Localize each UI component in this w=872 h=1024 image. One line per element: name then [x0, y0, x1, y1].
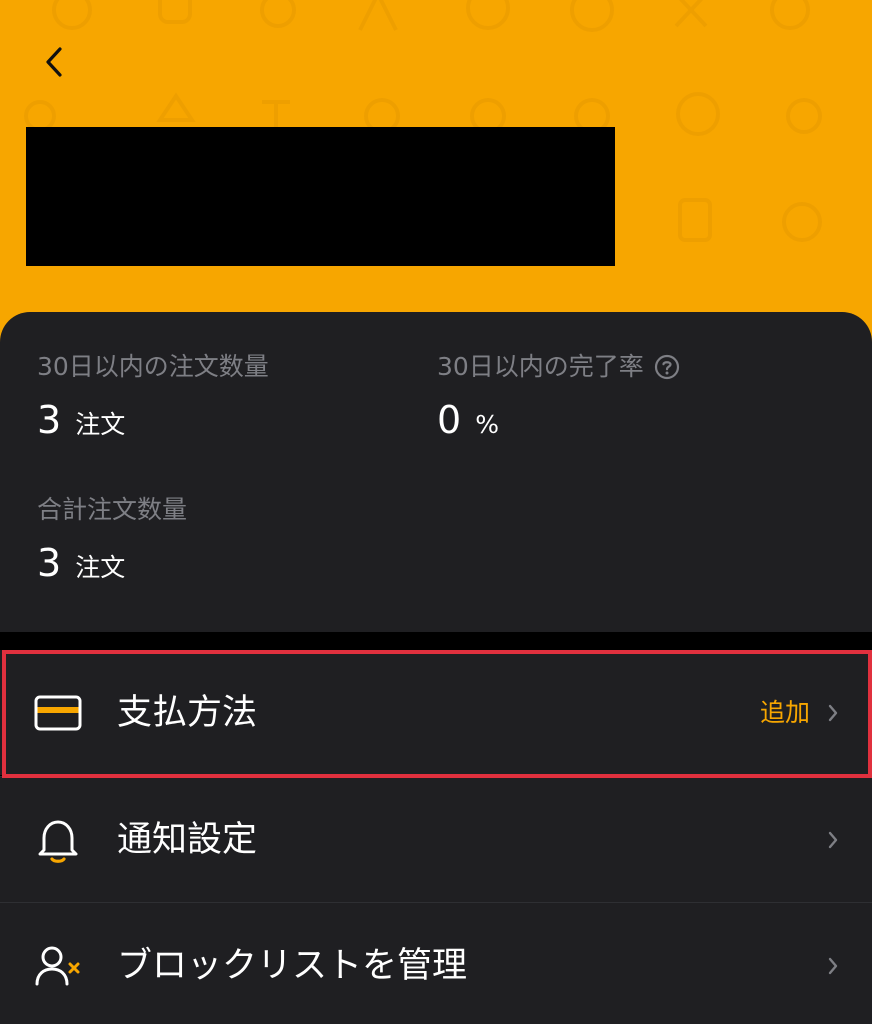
completion-30d-unit: %: [475, 410, 499, 439]
completion-30d-label: 30日以内の完了率: [437, 352, 680, 382]
stats-card: 30日以内の注文数量 3 注文 30日以内の完了率 0 % 合計注文数量 3 注…: [0, 312, 872, 632]
orders-30d-label: 30日以内の注文数量: [37, 352, 269, 382]
menu-item-manage-blocklist[interactable]: ブロックリストを管理: [0, 903, 872, 1024]
p2p-profile-screen: 30日以内の注文数量 3 注文 30日以内の完了率 0 % 合計注文数量 3 注…: [0, 0, 872, 1024]
orders-30d-value: 3 注文: [37, 398, 125, 442]
menu-item-notification-settings[interactable]: 通知設定: [0, 777, 872, 902]
chevron-right-icon: [828, 957, 838, 974]
orders-30d-number: 3: [37, 398, 62, 442]
add-payment-link[interactable]: 追加: [760, 698, 810, 728]
total-orders-label: 合計注文数量: [37, 495, 187, 525]
payment-method-label: 支払方法: [117, 692, 258, 733]
completion-30d-label-text: 30日以内の完了率: [437, 352, 644, 381]
chevron-left-icon: [46, 47, 62, 77]
manage-blocklist-label: ブロックリストを管理: [117, 945, 468, 986]
redacted-profile-info: [26, 127, 615, 266]
chevron-right-icon: [828, 831, 838, 848]
completion-30d-value: 0 %: [437, 398, 499, 442]
orders-30d-label-text: 30日以内の注文数量: [37, 352, 269, 381]
menu-item-payment-method[interactable]: 支払方法 追加: [0, 650, 872, 775]
completion-30d-number: 0: [437, 398, 462, 442]
notification-settings-label: 通知設定: [117, 819, 258, 860]
back-button[interactable]: [28, 36, 80, 88]
total-orders-number: 3: [37, 541, 62, 585]
total-orders-value: 3 注文: [37, 541, 125, 585]
orders-30d-unit: 注文: [75, 410, 126, 439]
total-orders-unit: 注文: [75, 553, 126, 582]
credit-card-icon: [34, 689, 82, 737]
chevron-right-icon: [828, 704, 838, 721]
user-block-icon: [34, 942, 82, 990]
bell-icon: [34, 816, 82, 864]
profile-header: [0, 0, 872, 360]
total-orders-label-text: 合計注文数量: [37, 495, 188, 524]
help-icon[interactable]: [654, 354, 680, 380]
